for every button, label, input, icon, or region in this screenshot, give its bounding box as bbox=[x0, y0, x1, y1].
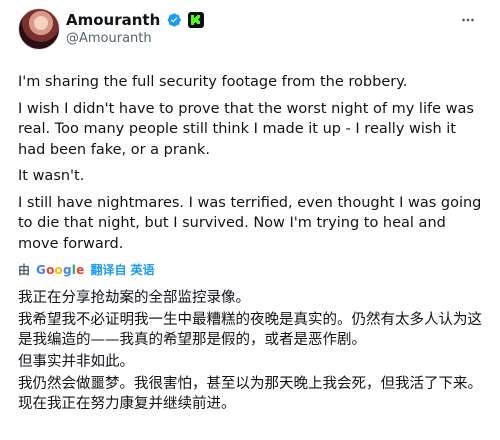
google-logo: Google bbox=[36, 263, 85, 277]
translated-line: 我正在分享抢劫案的全部监控录像。 bbox=[18, 290, 250, 306]
translation-row: 由 Google 翻译自 英语 bbox=[18, 262, 484, 278]
translation-link[interactable]: 翻译自 英语 bbox=[90, 262, 154, 278]
author-handle[interactable]: @Amouranth bbox=[66, 30, 152, 48]
name-row: Amouranth bbox=[66, 10, 205, 30]
tweet-line: I still have nightmares. I was terrified… bbox=[18, 194, 482, 252]
verified-icon bbox=[166, 12, 182, 28]
tweet-header: Amouranth @Amouranth bbox=[18, 8, 484, 56]
tweet-post: Amouranth @Amouranth I'm sharing the ful… bbox=[0, 0, 500, 440]
more-icon bbox=[459, 11, 477, 33]
tweet-line: It wasn't. bbox=[18, 168, 85, 184]
tweet-content: I'm sharing the full security footage fr… bbox=[18, 72, 484, 416]
more-button[interactable] bbox=[452, 8, 484, 36]
translated-line: 我仍然会做噩梦。我很害怕，甚至以为那天晚上我会死，但我活了下来。现在我正在努力康… bbox=[18, 376, 482, 412]
translated-line: 我希望我不必证明我一生中最糟糕的夜晚是真实的。仍然有太多人认为这是我编造的——我… bbox=[18, 312, 482, 348]
author-name[interactable]: Amouranth bbox=[66, 10, 160, 30]
tweet-line: I wish I didn't have to prove that the w… bbox=[18, 100, 474, 158]
avatar[interactable] bbox=[18, 8, 60, 50]
kick-badge-icon bbox=[188, 12, 205, 28]
translation-prefix: 由 bbox=[18, 263, 31, 277]
tweet-text-english: I'm sharing the full security footage fr… bbox=[18, 72, 484, 254]
translated-line: 但事实并非如此。 bbox=[18, 354, 134, 370]
tweet-text-chinese: 我正在分享抢劫案的全部监控录像。 我希望我不必证明我一生中最糟糕的夜晚是真实的。… bbox=[18, 288, 484, 414]
tweet-line: I'm sharing the full security footage fr… bbox=[18, 74, 408, 90]
